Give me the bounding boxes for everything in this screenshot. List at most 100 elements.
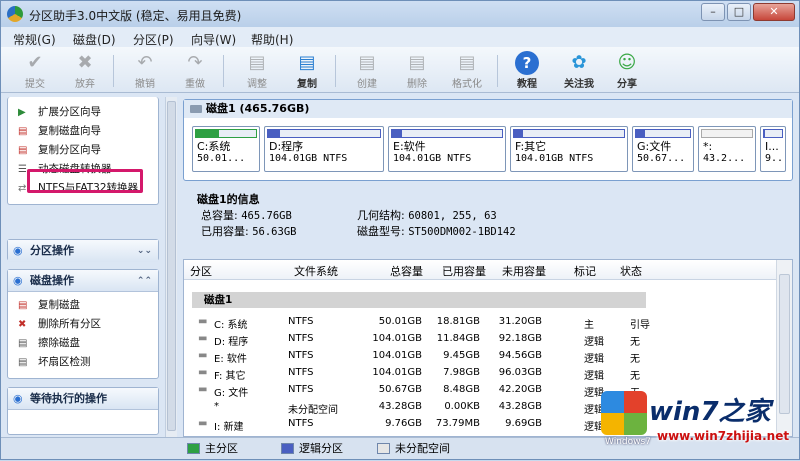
partition-block[interactable]: E:软件 104.01GB NTFS: [388, 126, 506, 172]
partition-block[interactable]: F:其它 104.01GB NTFS: [510, 126, 628, 172]
x-icon: ✖: [77, 52, 93, 73]
cell-used: 73.79MB: [435, 418, 480, 429]
cell-filesystem: NTFS: [288, 418, 314, 429]
redo-button[interactable]: ↷ 重做: [173, 49, 217, 91]
legend-primary: 主分区: [187, 442, 238, 456]
partition-block[interactable]: I...9...: [760, 126, 786, 172]
cell-filesystem: NTFS: [288, 384, 314, 395]
partition-usage-bar: [701, 129, 753, 138]
minimize-button[interactable]: –: [701, 3, 725, 21]
col-total[interactable]: 总容量: [390, 263, 423, 279]
col-partition[interactable]: 分区: [190, 263, 212, 279]
partition-block[interactable]: D:程序 104.01GB NTFS: [264, 126, 384, 172]
sidebar-scrollbar[interactable]: [165, 97, 177, 439]
table-group-disk1[interactable]: 磁盘1: [192, 292, 646, 308]
partition-icon: ◉: [13, 244, 23, 257]
check-icon: ✔: [27, 52, 43, 73]
cell-status: 引导: [630, 320, 650, 331]
partition-usage-bar: [267, 129, 381, 138]
format-button[interactable]: ▤ 格式化: [445, 49, 489, 91]
sidebar-scroll-thumb[interactable]: [167, 101, 176, 431]
close-button[interactable]: ✕: [753, 3, 795, 21]
menu-general[interactable]: 常规(G): [13, 31, 56, 48]
undo-button[interactable]: ↶ 撤销: [123, 49, 167, 91]
pending-header[interactable]: ◉ 等待执行的操作: [8, 388, 158, 410]
apply-button[interactable]: ✔ 提交: [13, 49, 57, 91]
menu-disk[interactable]: 磁盘(D): [73, 31, 116, 48]
col-filesystem[interactable]: 文件系统: [294, 263, 338, 279]
col-flag[interactable]: 标记: [574, 263, 596, 279]
used-capacity: 已用容量: 56.63GB: [201, 225, 297, 238]
menu-wizard[interactable]: 向导(W): [191, 31, 236, 48]
wizard-copy-partition[interactable]: ▤ 复制分区向导: [8, 141, 158, 160]
partition-usage-fill: [392, 130, 402, 137]
partition-name: D:程序: [269, 140, 304, 153]
partition-name: C:系统: [197, 140, 231, 153]
partition-ops-header[interactable]: ◉ 分区操作 ⌄⌄: [8, 240, 158, 262]
share-button[interactable]: ☺ 分享: [605, 49, 649, 91]
table-row[interactable]: ▬ D: 程序 NTFS 104.01GB 11.84GB 92.18GB 逻辑 无: [184, 331, 776, 348]
watermark-brand: win7之家: [649, 397, 771, 427]
disk-ops-header[interactable]: ◉ 磁盘操作 ⌃⌃: [8, 270, 158, 292]
partition-usage-fill: [196, 130, 219, 137]
disk-map-header[interactable]: 磁盘1 (465.76GB): [184, 100, 792, 118]
discard-button[interactable]: ✖ 放弃: [63, 49, 107, 91]
col-status[interactable]: 状态: [620, 263, 642, 279]
table-row[interactable]: ▬ E: 软件 NTFS 104.01GB 9.45GB 94.56GB 逻辑 无: [184, 348, 776, 365]
row-icon: ▬: [198, 316, 208, 327]
copy-disk-icon: ▤: [18, 126, 28, 137]
menu-partition[interactable]: 分区(P): [133, 31, 174, 48]
disk-info-title: 磁盘1的信息: [197, 193, 260, 206]
windows-flag-icon: [601, 391, 647, 435]
menu-bar: 常规(G) 磁盘(D) 分区(P) 向导(W) 帮助(H): [1, 27, 799, 47]
redo-icon: ↷: [187, 52, 203, 73]
toolbar-separator: [113, 55, 114, 87]
disk-op-bad-sector[interactable]: ▤ 坏扇区检测: [8, 353, 158, 372]
cell-partition: D: 程序: [214, 337, 249, 348]
resize-disk-icon: ▤: [248, 52, 266, 73]
partition-name: I...: [765, 140, 779, 153]
delete-button[interactable]: ▤ 删除: [395, 49, 439, 91]
table-row[interactable]: ▬ C: 系统 NTFS 50.01GB 18.81GB 31.20GB 主 引导: [184, 314, 776, 331]
partition-size: 43.2...: [703, 153, 746, 164]
disk-op-delete-all[interactable]: ✖ 删除所有分区: [8, 315, 158, 334]
disk-op-wipe[interactable]: ▤ 擦除磁盘: [8, 334, 158, 353]
app-window: 分区助手3.0中文版 (稳定、易用且免费) – □ ✕ 常规(G) 磁盘(D) …: [0, 0, 800, 460]
create-button[interactable]: ▤ 创建: [345, 49, 389, 91]
resize-button[interactable]: ▤ 调整: [235, 49, 279, 91]
cell-free: 92.18GB: [498, 333, 542, 344]
copy-partition-icon: ▤: [18, 145, 28, 156]
col-free[interactable]: 未用容量: [502, 263, 546, 279]
partition-usage-fill: [268, 130, 281, 137]
partition-block[interactable]: *: 43.2...: [698, 126, 756, 172]
cell-flag: 逻辑: [584, 337, 604, 348]
disk-ops-panel: ◉ 磁盘操作 ⌃⌃ ▤ 复制磁盘 ✖ 删除所有分区 ▤ 擦除磁盘 ▤ 坏扇区检测: [7, 269, 159, 379]
table-row[interactable]: ▬ F: 其它 NTFS 104.01GB 7.98GB 96.03GB 逻辑 无: [184, 365, 776, 382]
partition-name: G:文件: [637, 140, 672, 153]
copy-button[interactable]: ▤ 复制: [285, 49, 329, 91]
cell-free: 96.03GB: [498, 367, 542, 378]
help-icon: ?: [515, 51, 539, 75]
wizard-copy-disk[interactable]: ▤ 复制磁盘向导: [8, 122, 158, 141]
cell-filesystem: NTFS: [288, 367, 314, 378]
cell-filesystem: 未分配空间: [288, 405, 338, 416]
partition-block[interactable]: G:文件 50.67...: [632, 126, 694, 172]
col-used[interactable]: 已用容量: [442, 263, 486, 279]
delete-all-icon: ✖: [18, 319, 27, 330]
tutorial-button[interactable]: ? 教程: [505, 49, 549, 91]
follow-button[interactable]: ✿ 关注我: [557, 49, 601, 91]
partition-size: 104.01GB NTFS: [393, 153, 472, 164]
partition-size: 50.67...: [637, 153, 686, 164]
disk-op-copy[interactable]: ▤ 复制磁盘: [8, 296, 158, 315]
maximize-button[interactable]: □: [727, 3, 751, 21]
toolbar: ✔ 提交 ✖ 放弃 ↶ 撤销 ↷ 重做 ▤ 调整 ▤ 复制 ▤ 创建 ▤ 删除 ▤ 格式化 ? 教程…: [1, 47, 799, 93]
delete-disk-icon: ▤: [408, 52, 426, 73]
partition-usage-bar: [763, 129, 783, 138]
menu-help[interactable]: 帮助(H): [251, 31, 293, 48]
partition-size: 9...: [765, 153, 785, 164]
wipe-icon: ▤: [18, 338, 28, 349]
wizard-extend-partition[interactable]: ▶ 扩展分区向导: [8, 103, 158, 122]
partition-usage-bar: [391, 129, 503, 138]
row-icon: ▬: [198, 418, 208, 429]
partition-block[interactable]: C:系统 50.01...: [192, 126, 260, 172]
